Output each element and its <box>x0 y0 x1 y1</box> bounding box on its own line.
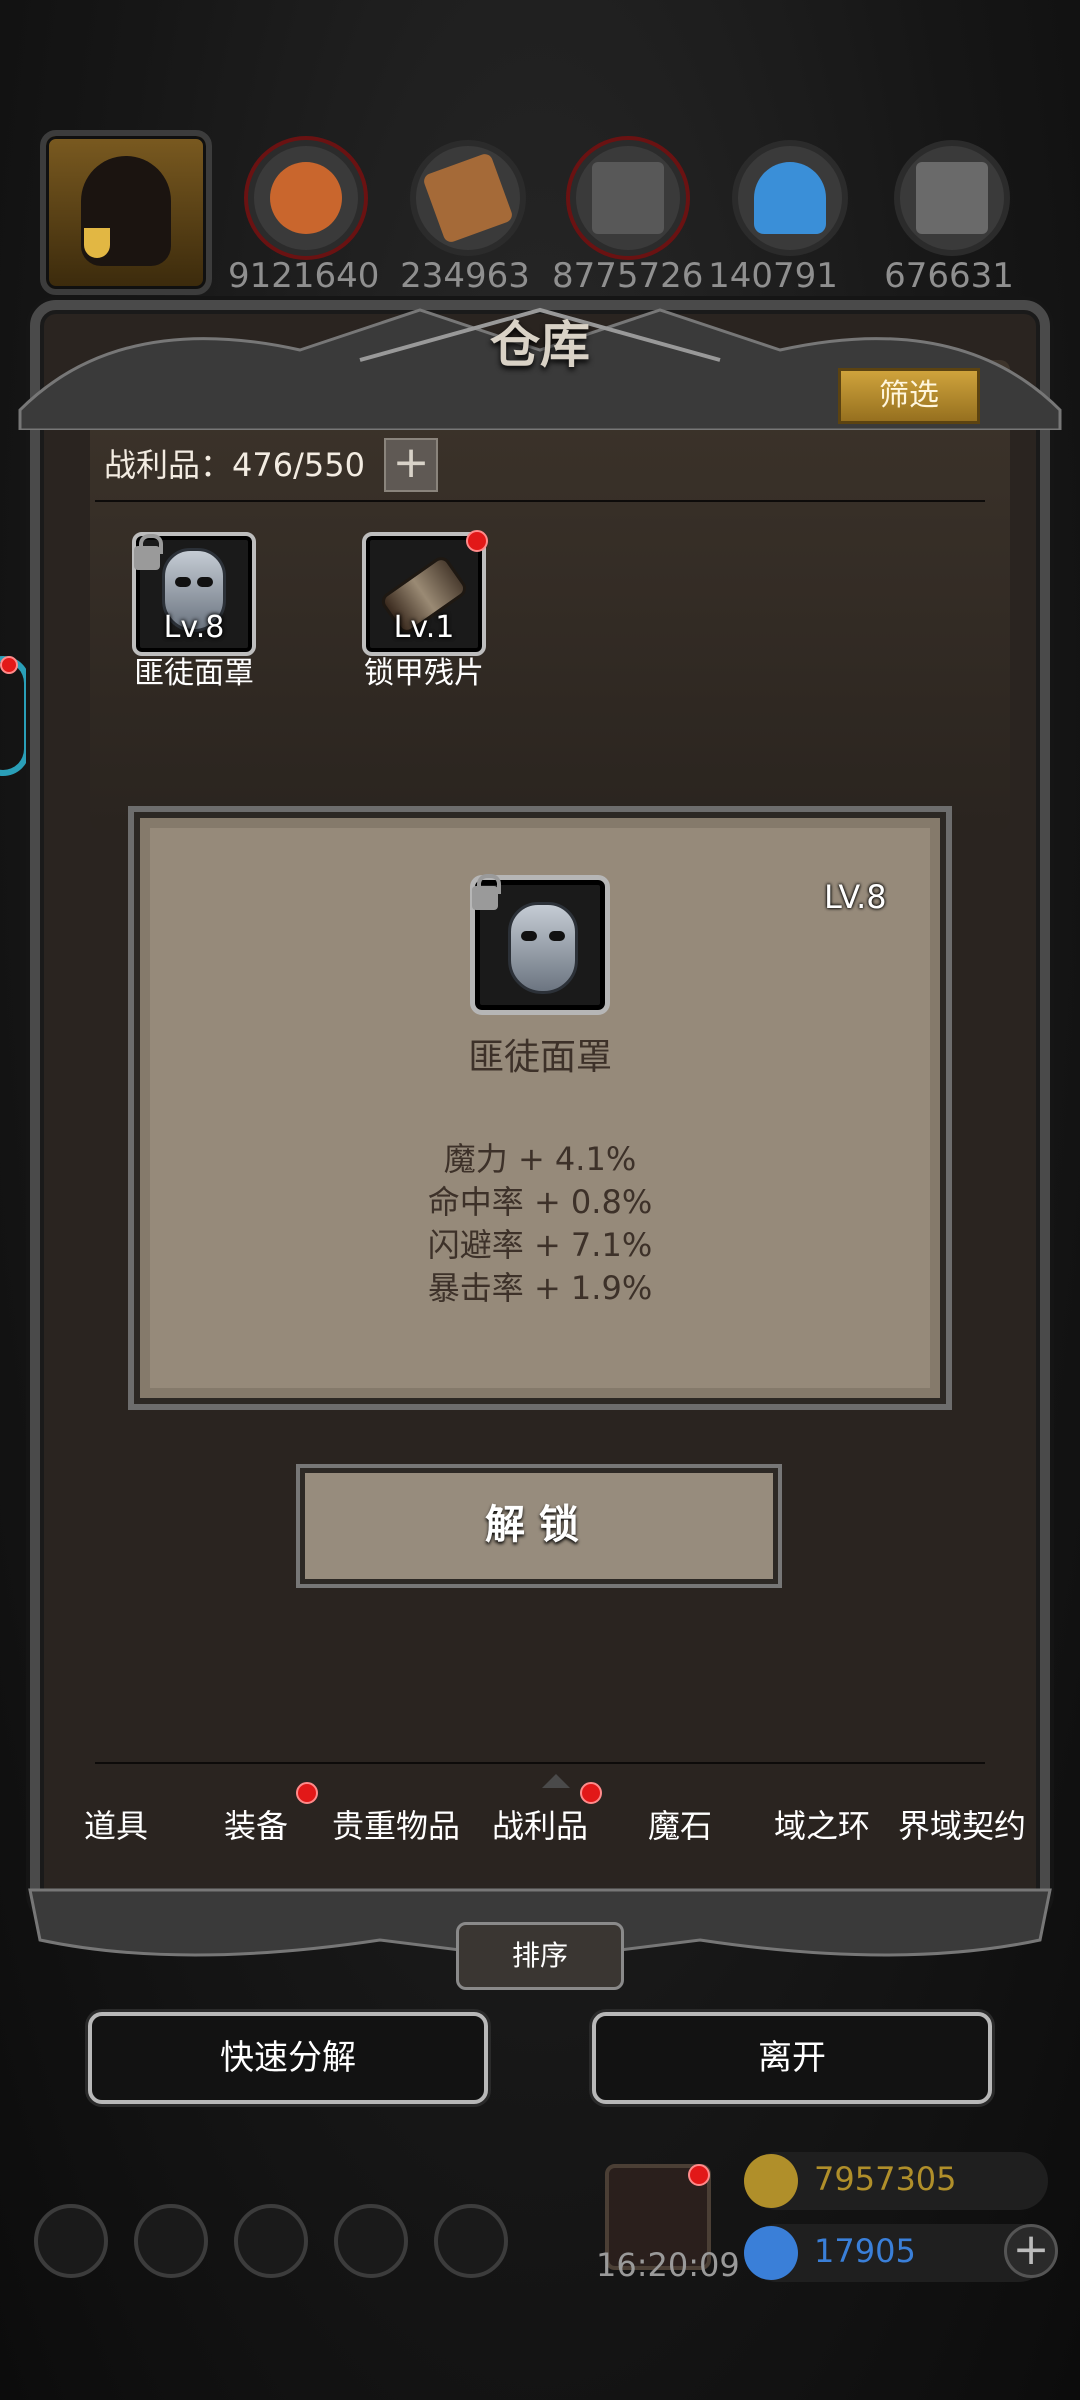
tab-items[interactable]: 道具 <box>46 1776 186 1876</box>
loot-tab-badge <box>580 1782 602 1804</box>
filter-button[interactable]: 筛选 <box>838 368 980 424</box>
star-icon[interactable] <box>134 2204 208 2278</box>
expand-capacity-button[interactable]: + <box>384 438 438 492</box>
castle-icon[interactable] <box>234 2204 308 2278</box>
gold-coin-icon <box>744 2154 798 2208</box>
inventory-item-name: 匪徒面罩 <box>134 656 254 691</box>
gem-icon <box>744 2226 798 2280</box>
steel-resource-icon[interactable] <box>894 140 1010 256</box>
equipment-tab-badge <box>296 1782 318 1804</box>
side-progress-ring[interactable] <box>0 656 30 776</box>
cube-icon[interactable] <box>434 2204 508 2278</box>
mask-icon <box>508 902 578 994</box>
gold-amount: 7957305 <box>814 2160 957 2198</box>
iron-resource-icon[interactable] <box>570 140 686 256</box>
meat-resource-icon[interactable] <box>248 140 364 256</box>
lock-icon <box>134 534 163 570</box>
crystal-resource-icon[interactable] <box>732 140 848 256</box>
detail-level: LV.8 <box>824 878 887 916</box>
quick-decompose-button[interactable]: 快速分解 <box>88 2012 488 2104</box>
inventory-item-name: 锁甲残片 <box>364 656 484 691</box>
sort-button[interactable]: 排序 <box>456 1922 624 1990</box>
inventory-item-level: Lv.8 <box>163 610 225 645</box>
side-notification-dot <box>0 656 18 674</box>
tab-realm-contracts[interactable]: 界域契约 <box>892 1776 1032 1876</box>
detail-stat: 命中率 + 0.8% <box>427 1183 653 1221</box>
trophy-icon <box>84 228 110 258</box>
gift-timer: 16:20:09 <box>596 2246 740 2284</box>
inventory-item-level: Lv.1 <box>393 610 455 645</box>
loot-capacity-label: 战利品：476/550 <box>104 446 365 484</box>
mail-icon[interactable] <box>334 2204 408 2278</box>
settings-icon[interactable] <box>34 2204 108 2278</box>
tab-valuables[interactable]: 贵重物品 <box>326 1776 466 1876</box>
unlock-button[interactable]: 解锁 <box>300 1468 778 1584</box>
detail-item-name: 匪徒面罩 <box>467 1037 612 1078</box>
detail-stat: 暴击率 + 1.9% <box>427 1269 653 1307</box>
tabs-divider <box>95 1762 985 1764</box>
detail-stat: 闪避率 + 7.1% <box>427 1226 653 1264</box>
detail-stat: 魔力 + 4.1% <box>443 1140 637 1178</box>
top-divider <box>95 500 985 502</box>
category-tabs: 道具 装备 贵重物品 战利品 魔石 域之环 界域契约 <box>60 1776 1040 1876</box>
gem-amount: 17905 <box>814 2232 916 2270</box>
leave-button[interactable]: 离开 <box>592 2012 992 2104</box>
player-avatar[interactable] <box>40 130 212 295</box>
gift-badge <box>688 2164 710 2186</box>
tab-domain-rings[interactable]: 域之环 <box>752 1776 892 1876</box>
add-currency-button[interactable]: + <box>1004 2224 1058 2278</box>
tab-magic-stones[interactable]: 魔石 <box>610 1776 750 1876</box>
dialog-title: 仓库 <box>490 315 590 374</box>
lock-icon <box>472 874 501 910</box>
wood-resource-icon[interactable] <box>410 140 526 256</box>
new-item-badge <box>466 530 488 552</box>
